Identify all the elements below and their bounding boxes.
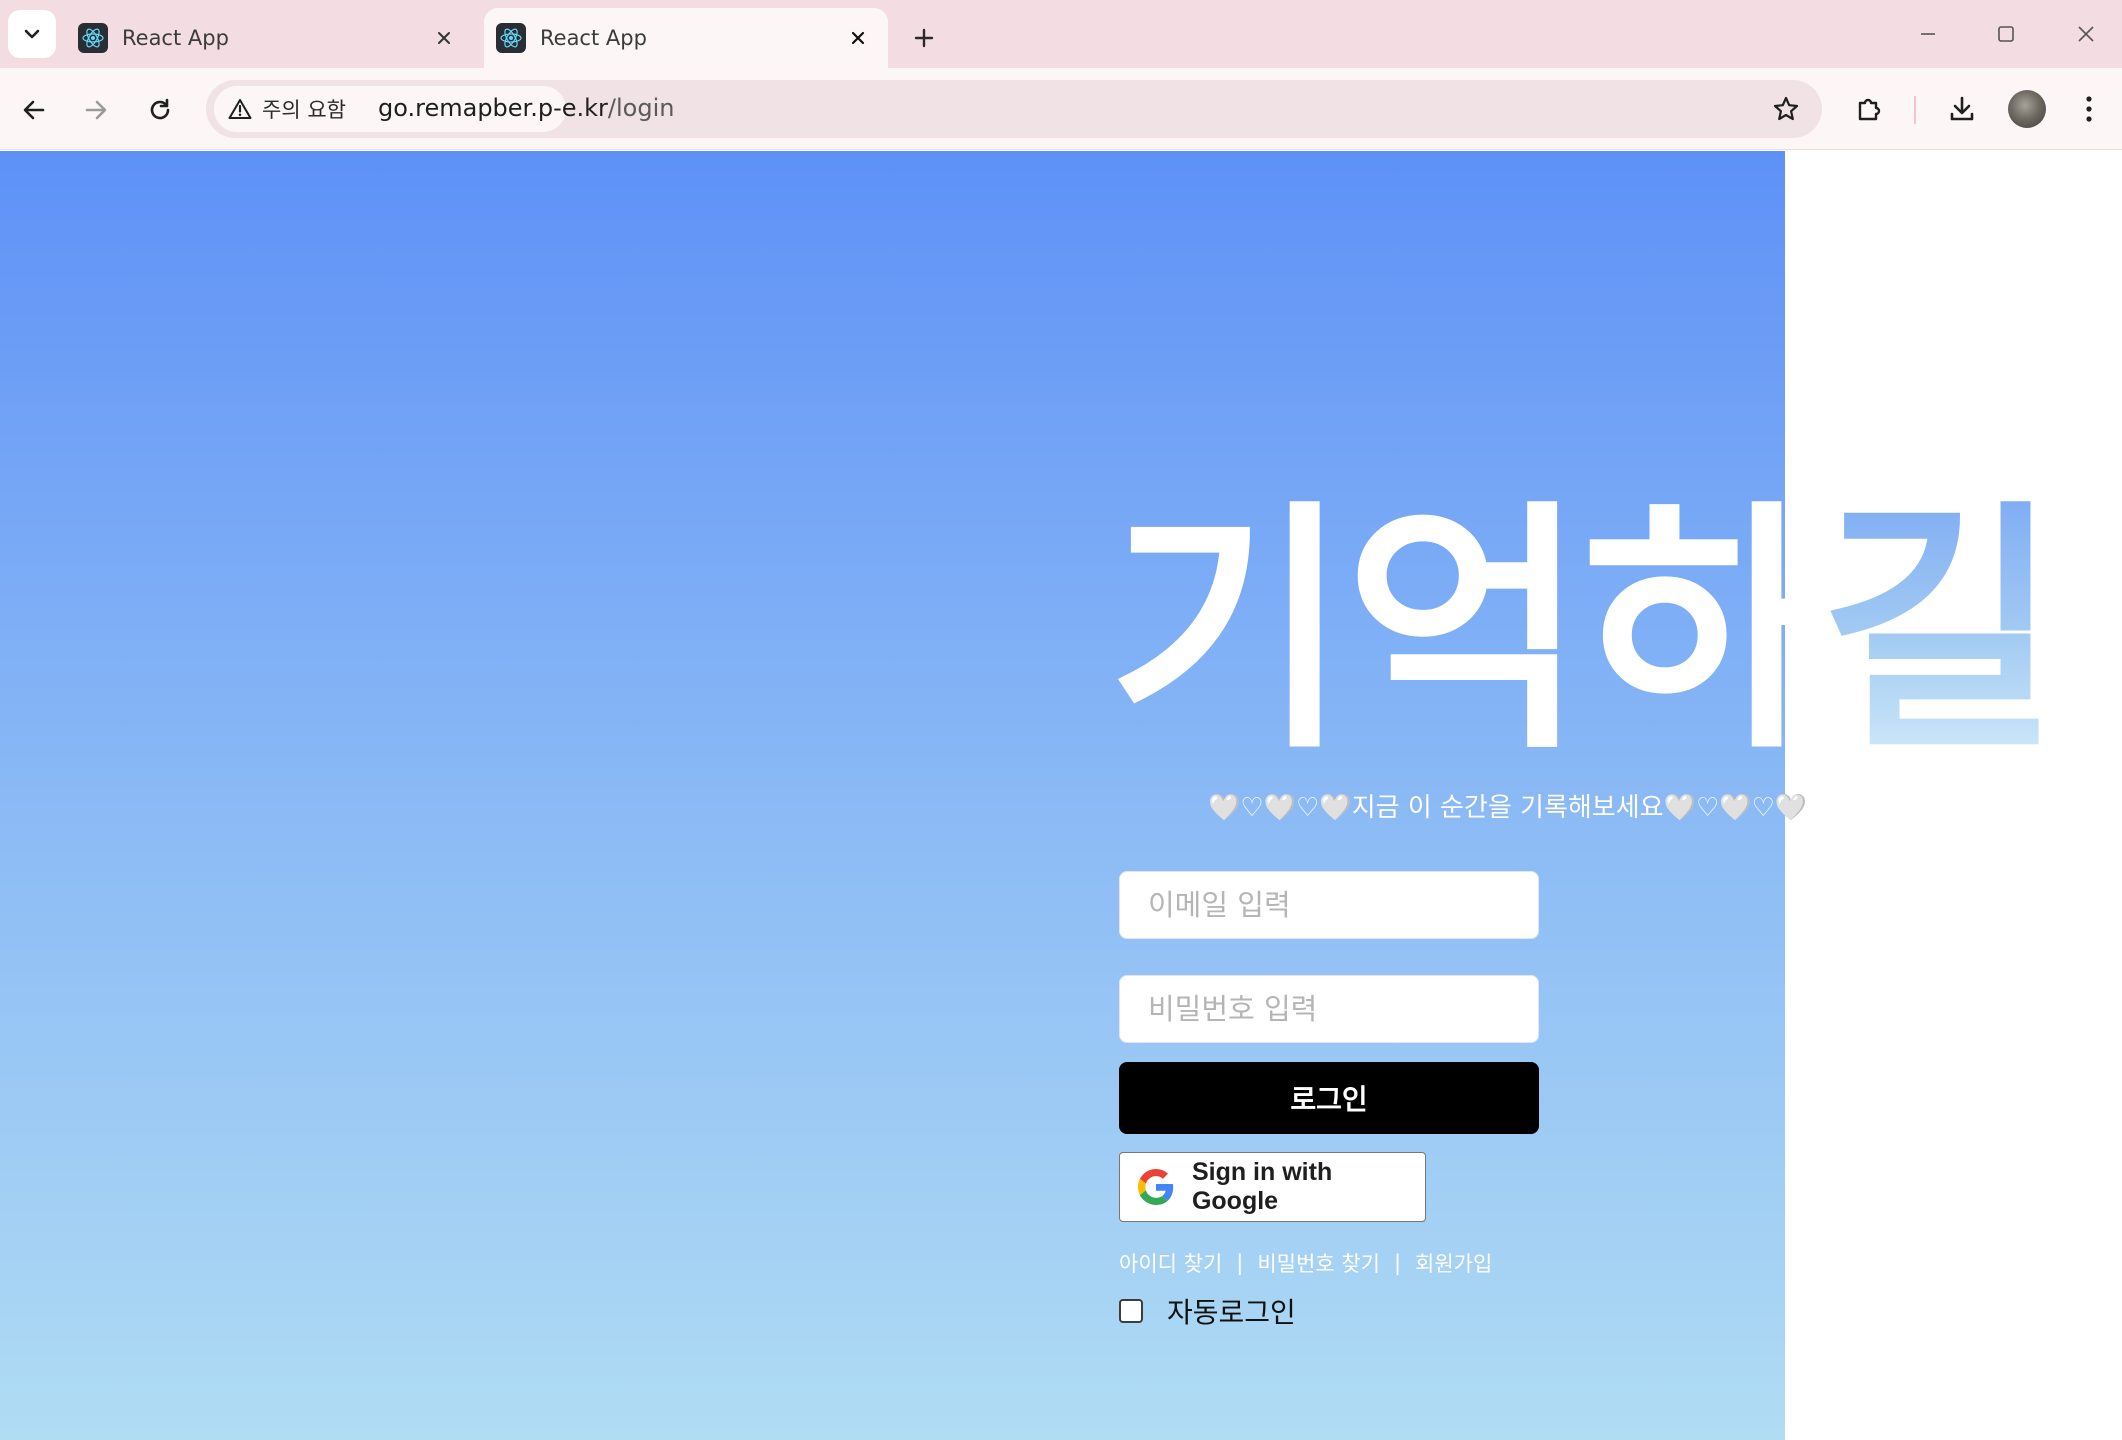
google-button-label: Sign in with Google — [1191, 1158, 1333, 1215]
maximize-button[interactable] — [1982, 14, 2030, 54]
minimize-icon — [1921, 33, 1935, 35]
minimize-button[interactable] — [1904, 14, 1952, 54]
forward-button[interactable] — [74, 88, 118, 132]
new-tab-button[interactable] — [904, 18, 944, 58]
auto-login-row: 자동로그인 — [1119, 1291, 1296, 1331]
arrow-right-icon — [85, 100, 107, 120]
browser-toolbar: 주의 요함 go.remapber.p-e.kr/login — [0, 68, 2122, 150]
react-logo-icon — [78, 23, 108, 53]
tab-title: React App — [122, 26, 229, 50]
google-g-icon — [1138, 1169, 1174, 1205]
downloads-button[interactable] — [1939, 86, 1985, 132]
chevron-down-icon — [24, 29, 40, 39]
address-bar[interactable]: 주의 요함 go.remapber.p-e.kr/login — [206, 80, 1822, 138]
reload-button[interactable] — [138, 88, 182, 132]
url-host: go.remapber.p-e.kr — [378, 94, 608, 122]
logo-last-char: 길 — [1819, 479, 2060, 784]
tab-title: React App — [540, 26, 647, 50]
tab-strip: React App React App — [0, 0, 2122, 68]
tab-close-icon[interactable] — [842, 22, 874, 54]
profile-avatar[interactable] — [2008, 90, 2046, 128]
tab-close-icon[interactable] — [428, 22, 460, 54]
reload-icon — [150, 98, 170, 120]
maximize-icon — [1998, 26, 2014, 42]
plus-icon — [914, 28, 934, 48]
signup-link[interactable]: 회원가입 — [1415, 1248, 1492, 1278]
account-links: 아이디 찾기 | 비밀번호 찾기 | 회원가입 — [1119, 1248, 1492, 1278]
tab-react-app-1[interactable]: React App — [66, 8, 474, 68]
tab-search-button[interactable] — [8, 10, 56, 58]
arrow-left-icon — [23, 100, 45, 120]
close-window-button[interactable] — [2062, 14, 2110, 54]
auto-login-label[interactable]: 자동로그인 — [1167, 1291, 1296, 1331]
kebab-menu-icon — [2086, 96, 2092, 122]
url-path: /login — [607, 94, 675, 122]
link-separator: | — [1393, 1251, 1402, 1275]
google-sign-in-button[interactable]: Sign in with Google — [1119, 1152, 1426, 1222]
url-text[interactable]: go.remapber.p-e.kr/login — [378, 94, 674, 122]
email-input[interactable] — [1119, 871, 1539, 939]
puzzle-icon — [1858, 98, 1881, 121]
star-icon — [1773, 96, 1799, 121]
react-logo-icon — [496, 23, 526, 53]
tagline: 🤍♡🤍♡🤍지금 이 순간을 기록해보세요🤍♡🤍♡🤍 — [1208, 793, 1808, 823]
find-password-link[interactable]: 비밀번호 찾기 — [1257, 1248, 1380, 1278]
browser-menu-button[interactable] — [2066, 86, 2112, 132]
logo-main-text: 기억하 — [1108, 479, 1823, 784]
close-icon — [2078, 26, 2094, 42]
toolbar-separator — [1914, 96, 1916, 124]
auto-login-checkbox[interactable] — [1119, 1299, 1143, 1323]
link-separator: | — [1236, 1251, 1244, 1275]
find-id-link[interactable]: 아이디 찾기 — [1119, 1248, 1222, 1278]
login-button[interactable]: 로그인 — [1119, 1062, 1539, 1134]
app-logo-title: 기억하길 — [1108, 501, 2060, 763]
password-input[interactable] — [1119, 975, 1539, 1043]
back-button[interactable] — [12, 88, 56, 132]
extensions-button[interactable] — [1846, 86, 1892, 132]
bookmark-star-button[interactable] — [1768, 91, 1804, 127]
security-chip-label: 주의 요함 — [262, 98, 346, 122]
tab-react-app-2[interactable]: React App — [484, 8, 888, 68]
download-icon — [1950, 96, 1974, 121]
page-viewport: 기억하길 🤍♡🤍♡🤍지금 이 순간을 기록해보세요🤍♡🤍♡🤍 로그인 Sign … — [0, 151, 2122, 1440]
warning-triangle-icon — [228, 99, 252, 119]
